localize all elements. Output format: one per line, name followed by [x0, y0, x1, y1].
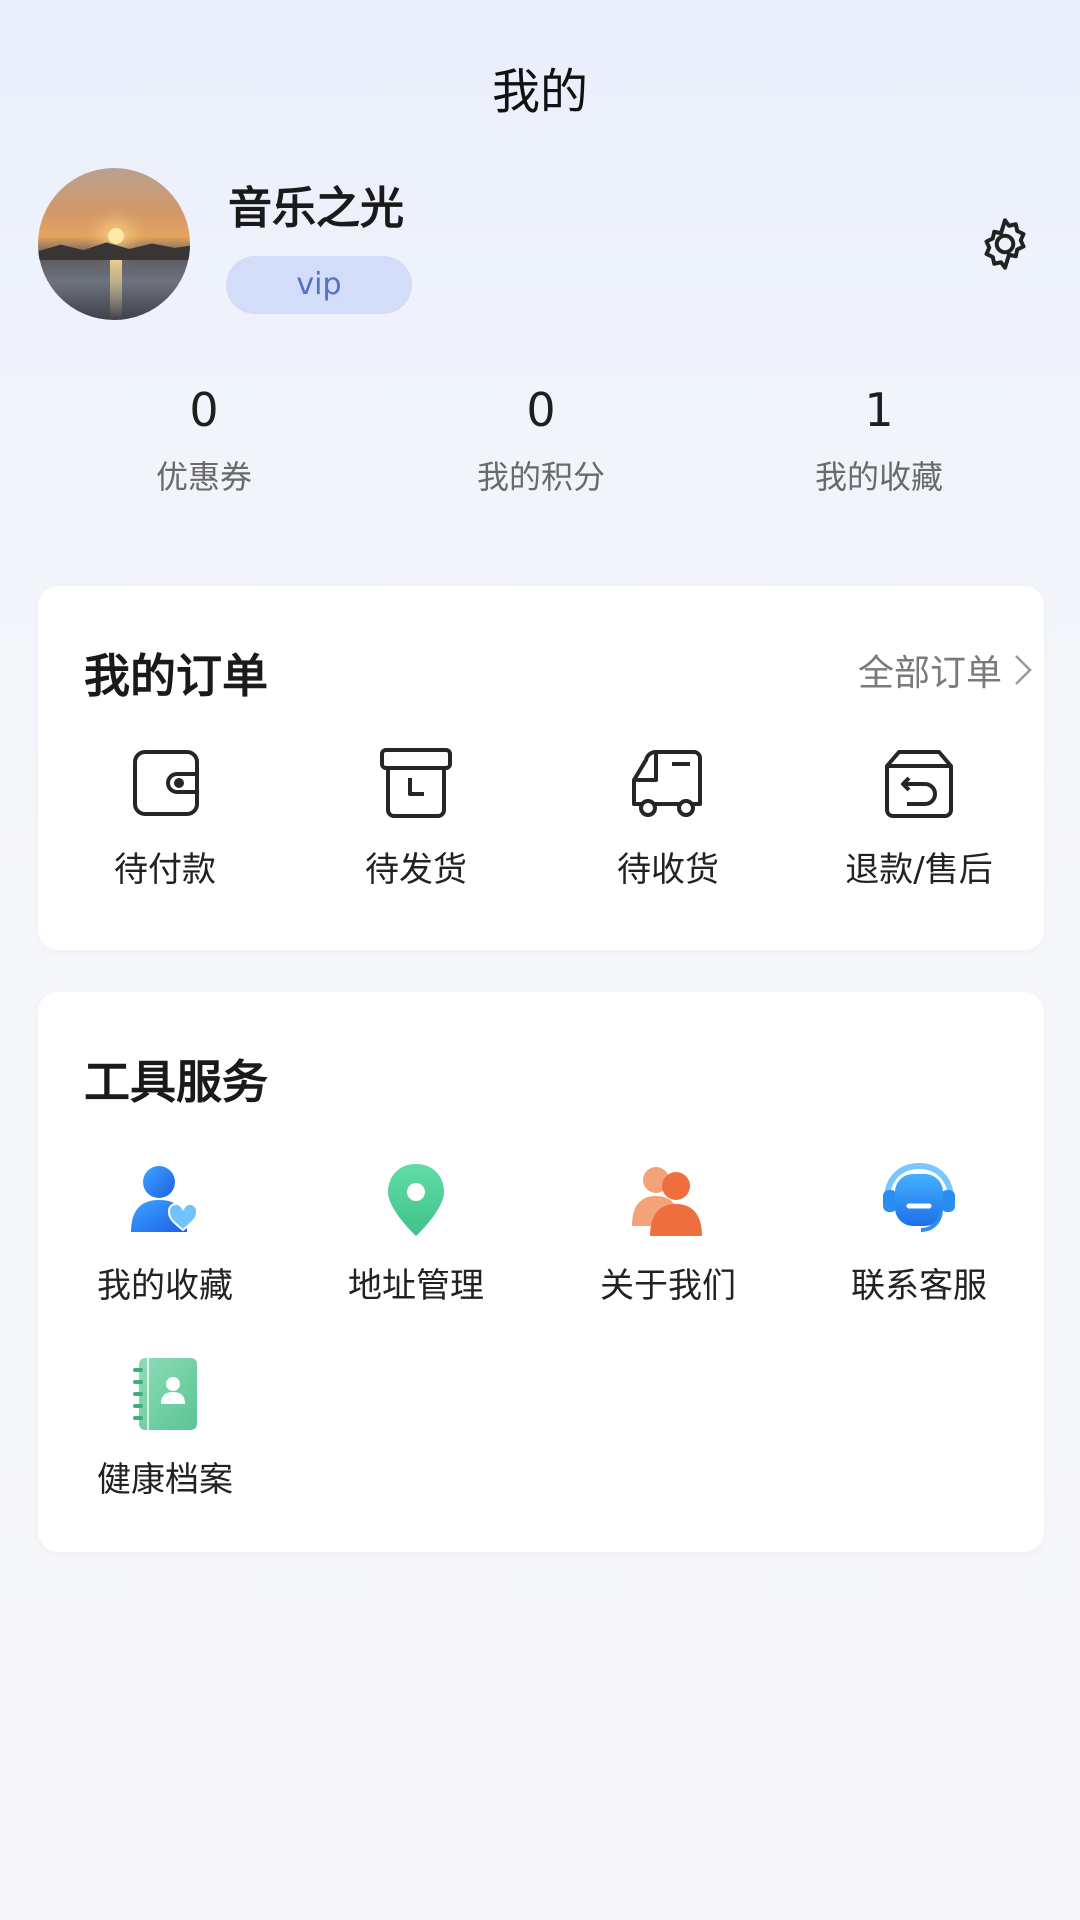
tool-health-records[interactable]: 健康档案: [50, 1354, 280, 1501]
stat-label: 我的收藏: [814, 458, 943, 496]
stat-value: 1: [864, 383, 894, 437]
order-label: 待发货: [365, 850, 467, 890]
stat-points[interactable]: 0 我的积分: [431, 382, 651, 498]
order-pending-shipment[interactable]: 待发货: [301, 744, 531, 891]
vip-badge: vip: [226, 256, 412, 314]
stat-label: 优惠券: [155, 458, 252, 496]
order-label: 待付款: [114, 850, 216, 890]
stat-favorites[interactable]: 1 我的收藏: [769, 382, 989, 498]
tool-about-us[interactable]: 关于我们: [553, 1160, 783, 1307]
users-icon: [632, 1167, 702, 1236]
tool-address[interactable]: 地址管理: [301, 1160, 531, 1307]
stat-coupons[interactable]: 0 优惠券: [94, 382, 314, 498]
avatar-reflection: [110, 260, 122, 320]
tool-label: 联系客服: [851, 1266, 987, 1306]
stat-value: 0: [526, 383, 556, 437]
order-pending-payment[interactable]: 待付款: [50, 744, 280, 891]
user-heart-icon: [131, 1166, 199, 1232]
tool-label: 关于我们: [600, 1266, 736, 1306]
avatar[interactable]: [38, 168, 190, 320]
box-clock-icon: [380, 748, 452, 818]
tool-customer-service[interactable]: 联系客服: [804, 1160, 1034, 1307]
page-title: 我的: [491, 64, 588, 120]
chevron-right-icon: [1015, 655, 1032, 685]
stats-row: 0 优惠券 0 我的积分 1 我的收藏: [0, 382, 1080, 512]
tools-title: 工具服务: [84, 1055, 268, 1109]
tool-label: 我的收藏: [97, 1266, 233, 1306]
location-pin-icon: [388, 1164, 444, 1236]
return-box-icon: [885, 750, 953, 818]
stat-label: 我的积分: [476, 458, 605, 496]
headset-icon: [883, 1162, 955, 1232]
all-orders-label: 全部订单: [857, 653, 1002, 694]
username: 音乐之光: [228, 183, 404, 234]
gear-icon[interactable]: [975, 214, 1035, 274]
tool-label: 地址管理: [348, 1266, 484, 1306]
order-refund[interactable]: 退款/售后: [804, 744, 1034, 891]
contact-book-icon: [133, 1358, 197, 1430]
truck-icon: [632, 750, 702, 817]
wallet-icon: [133, 750, 199, 816]
order-label: 退款/售后: [845, 850, 993, 890]
order-label: 待收货: [617, 850, 719, 890]
stat-value: 0: [189, 383, 219, 437]
all-orders-link[interactable]: 全部订单: [858, 644, 1034, 696]
orders-title: 我的订单: [84, 649, 268, 703]
tool-favorites[interactable]: 我的收藏: [50, 1160, 280, 1307]
order-pending-receipt[interactable]: 待收货: [553, 744, 783, 891]
avatar-sun: [108, 228, 124, 244]
tool-label: 健康档案: [97, 1460, 233, 1500]
